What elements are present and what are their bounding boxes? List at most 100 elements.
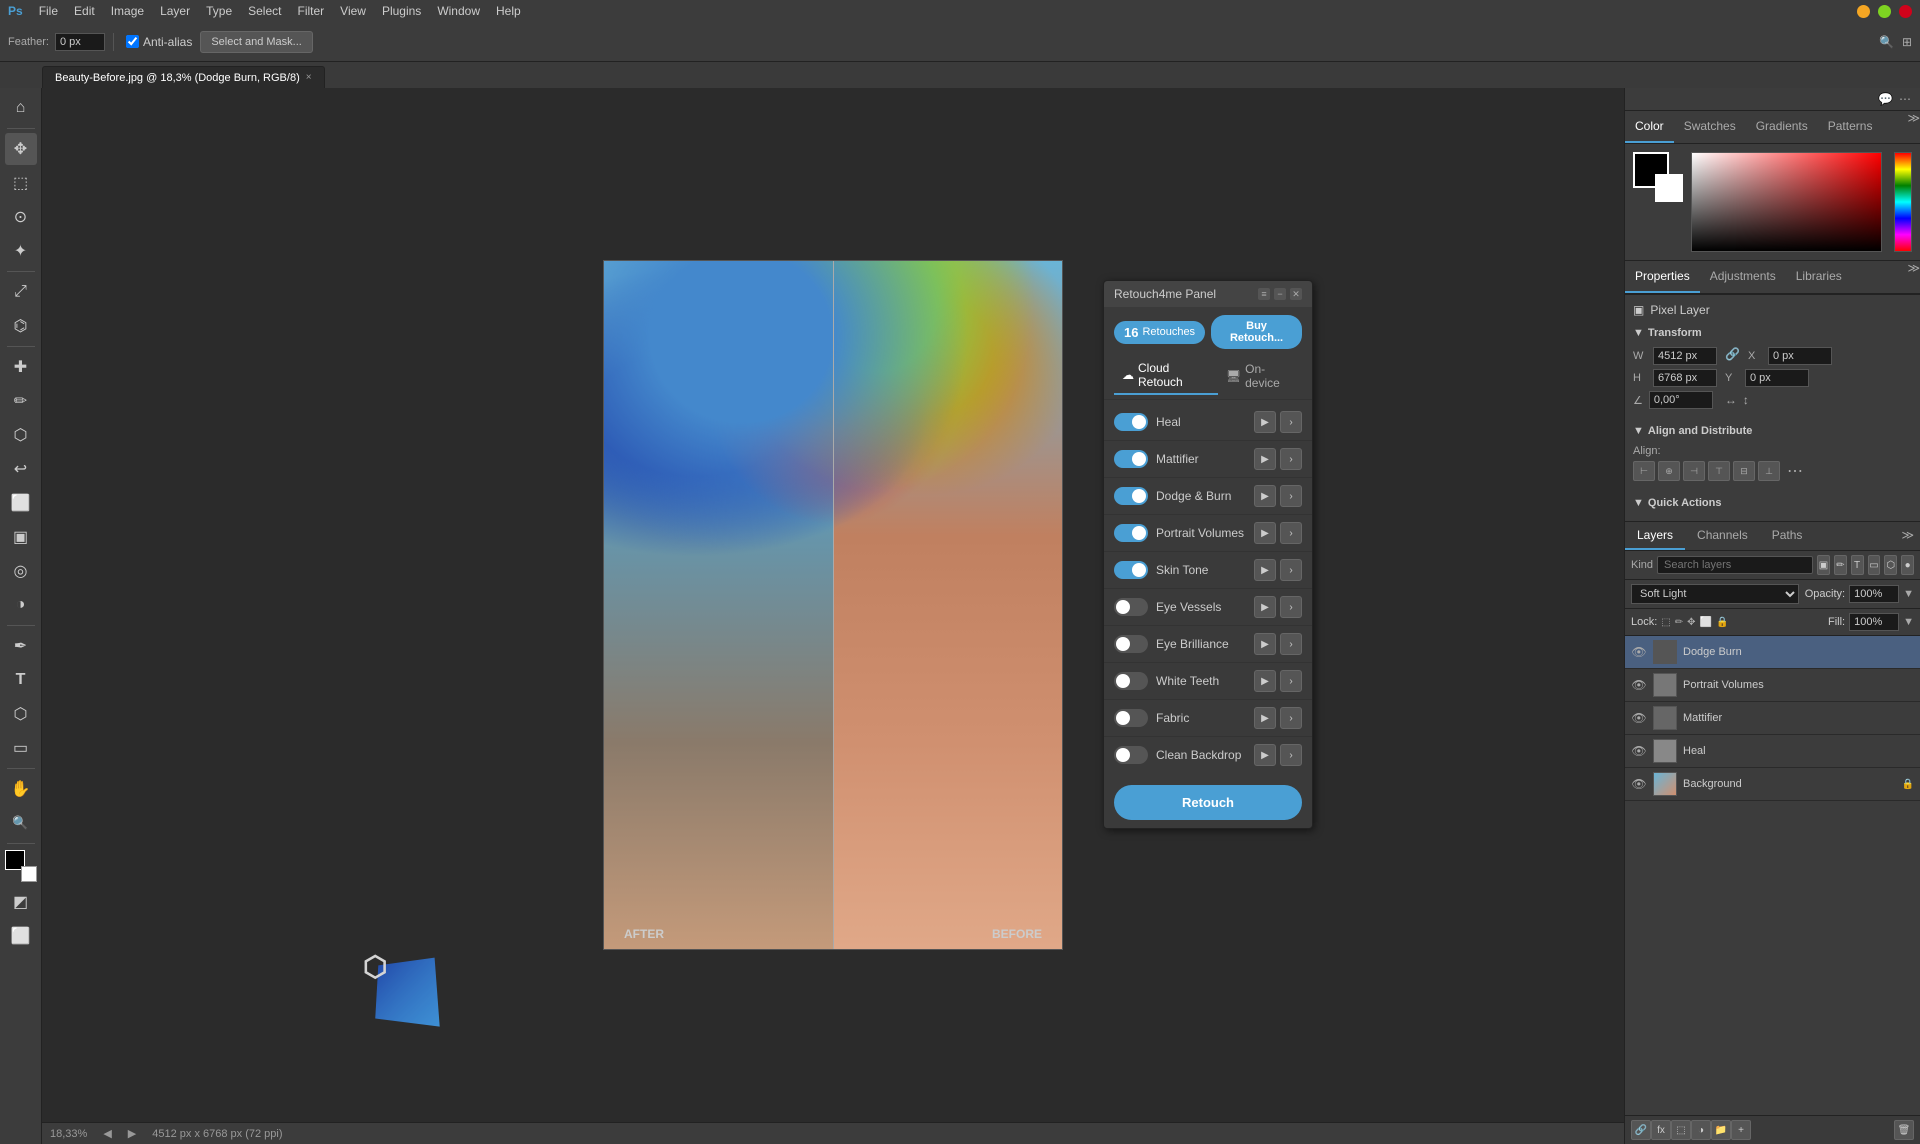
- heal-expand-button[interactable]: ›: [1280, 411, 1302, 433]
- on-device-tab[interactable]: 🖥 On-device: [1218, 357, 1302, 395]
- mattifier-options-button[interactable]: ▶: [1254, 448, 1276, 470]
- menu-image[interactable]: Image: [111, 4, 144, 18]
- layer-item-portrait-volumes[interactable]: 👁 Portrait Volumes: [1625, 669, 1920, 702]
- menu-help[interactable]: Help: [496, 4, 521, 18]
- background-color[interactable]: [21, 866, 37, 882]
- layer-filter-toggle[interactable]: ●: [1901, 555, 1914, 575]
- fabric-toggle[interactable]: [1114, 709, 1148, 727]
- align-top-button[interactable]: ⊤: [1708, 461, 1730, 481]
- gradient-tool[interactable]: ▣: [5, 521, 37, 553]
- blend-mode-select[interactable]: Soft Light Normal Multiply Screen Overla…: [1631, 584, 1799, 604]
- properties-tab[interactable]: Properties: [1625, 261, 1700, 293]
- skin-tone-options-button[interactable]: ▶: [1254, 559, 1276, 581]
- brush-tool[interactable]: ✏: [5, 385, 37, 417]
- canvas-image[interactable]: AFTER BEFORE: [603, 260, 1063, 950]
- eye-vessels-options-button[interactable]: ▶: [1254, 596, 1276, 618]
- menu-type[interactable]: Type: [206, 4, 232, 18]
- group-layers-button[interactable]: 📁: [1711, 1120, 1731, 1140]
- dodge-burn-options-button[interactable]: ▶: [1254, 485, 1276, 507]
- document-tab[interactable]: Beauty-Before.jpg @ 18,3% (Dodge Burn, R…: [42, 66, 325, 88]
- layer-item-dodge-burn[interactable]: 👁 Dodge Burn: [1625, 636, 1920, 669]
- fill-stepper[interactable]: ▼: [1903, 616, 1914, 628]
- skin-tone-toggle[interactable]: [1114, 561, 1148, 579]
- background-swatch[interactable]: [1655, 174, 1683, 202]
- eyedropper-tool[interactable]: ⌬: [5, 310, 37, 342]
- path-select-tool[interactable]: ⬡: [5, 698, 37, 730]
- history-brush-tool[interactable]: ↩: [5, 453, 37, 485]
- lock-move-button[interactable]: ✥: [1687, 617, 1695, 628]
- magic-wand-tool[interactable]: ✦: [5, 235, 37, 267]
- pixel-filter-button[interactable]: ▣: [1817, 555, 1830, 575]
- opacity-stepper[interactable]: ▼: [1903, 588, 1914, 600]
- select-mask-button[interactable]: Select and Mask...: [200, 31, 313, 53]
- panel-icon-1[interactable]: 💬: [1878, 92, 1893, 106]
- smart-filter-button[interactable]: ⬡: [1884, 555, 1897, 575]
- menu-select[interactable]: Select: [248, 4, 281, 18]
- add-mask-button[interactable]: ⬚: [1671, 1120, 1691, 1140]
- transform-section-header[interactable]: ▼ Transform: [1633, 323, 1912, 343]
- layer-item-mattifier[interactable]: 👁 Mattifier: [1625, 702, 1920, 735]
- layer-visibility-heal[interactable]: 👁: [1631, 743, 1647, 759]
- flip-h-icon[interactable]: ↔: [1725, 393, 1737, 407]
- hue-slider[interactable]: [1894, 152, 1912, 252]
- fabric-expand-button[interactable]: ›: [1280, 707, 1302, 729]
- width-input[interactable]: [1653, 347, 1717, 365]
- color-panel-expand[interactable]: ≫: [1907, 111, 1920, 143]
- x-input[interactable]: [1768, 347, 1832, 365]
- mattifier-toggle[interactable]: [1114, 450, 1148, 468]
- more-options-button[interactable]: ⋯: [1787, 461, 1803, 481]
- dodge-burn-toggle[interactable]: [1114, 487, 1148, 505]
- eye-vessels-expand-button[interactable]: ›: [1280, 596, 1302, 618]
- text-tool[interactable]: T: [5, 664, 37, 696]
- panel-settings-button[interactable]: ≡: [1258, 288, 1270, 300]
- link-layers-button[interactable]: 🔗: [1631, 1120, 1651, 1140]
- fill-input[interactable]: [1849, 613, 1899, 631]
- fabric-options-button[interactable]: ▶: [1254, 707, 1276, 729]
- angle-input[interactable]: [1649, 391, 1713, 409]
- canvas-content[interactable]: AFTER BEFORE Retouch4me Panel ≡ − ✕: [42, 88, 1624, 1122]
- eye-brilliance-expand-button[interactable]: ›: [1280, 633, 1302, 655]
- adjustments-tab[interactable]: Adjustments: [1700, 261, 1786, 293]
- move-tool[interactable]: ✥: [5, 133, 37, 165]
- align-center-v-button[interactable]: ⊟: [1733, 461, 1755, 481]
- crop-tool[interactable]: ⤢: [5, 276, 37, 308]
- window-maximize[interactable]: [1878, 5, 1891, 18]
- nav-prev[interactable]: ◀: [103, 1127, 111, 1140]
- clean-backdrop-options-button[interactable]: ▶: [1254, 744, 1276, 766]
- layer-search-input[interactable]: [1657, 556, 1813, 574]
- align-left-button[interactable]: ⊢: [1633, 461, 1655, 481]
- screen-mode-tool[interactable]: ⬜: [5, 920, 37, 952]
- paths-tab[interactable]: Paths: [1760, 522, 1815, 550]
- menu-edit[interactable]: Edit: [74, 4, 95, 18]
- menu-file[interactable]: File: [39, 4, 58, 18]
- properties-panel-expand[interactable]: ≫: [1907, 261, 1920, 293]
- window-minimize[interactable]: [1857, 5, 1870, 18]
- heal-tool[interactable]: ✚: [5, 351, 37, 383]
- height-input[interactable]: [1653, 369, 1717, 387]
- layer-item-background[interactable]: 👁 Background 🔒: [1625, 768, 1920, 801]
- align-center-h-button[interactable]: ⊕: [1658, 461, 1680, 481]
- quick-actions-section-header[interactable]: ▼ Quick Actions: [1633, 493, 1912, 513]
- home-tool[interactable]: ⌂: [5, 92, 37, 124]
- portrait-volumes-toggle[interactable]: [1114, 524, 1148, 542]
- menu-window[interactable]: Window: [437, 4, 480, 18]
- skin-tone-expand-button[interactable]: ›: [1280, 559, 1302, 581]
- heal-options-button[interactable]: ▶: [1254, 411, 1276, 433]
- portrait-volumes-expand-button[interactable]: ›: [1280, 522, 1302, 544]
- libraries-tab[interactable]: Libraries: [1786, 261, 1852, 293]
- layer-item-heal[interactable]: 👁 Heal: [1625, 735, 1920, 768]
- mattifier-expand-button[interactable]: ›: [1280, 448, 1302, 470]
- channels-tab[interactable]: Channels: [1685, 522, 1760, 550]
- y-input[interactable]: [1745, 369, 1809, 387]
- align-bottom-button[interactable]: ⊥: [1758, 461, 1780, 481]
- layers-tab[interactable]: Layers: [1625, 522, 1685, 550]
- panel-icon-2[interactable]: ⋯: [1899, 92, 1911, 106]
- layer-visibility-mattifier[interactable]: 👁: [1631, 710, 1647, 726]
- link-icon[interactable]: 🔗: [1725, 347, 1740, 369]
- zoom-tool[interactable]: 🔍: [5, 807, 37, 839]
- swatches-tab[interactable]: Swatches: [1674, 111, 1746, 143]
- workspace-icon[interactable]: ⊞: [1902, 35, 1912, 49]
- menu-view[interactable]: View: [340, 4, 366, 18]
- lasso-tool[interactable]: ⊙: [5, 201, 37, 233]
- color-tab[interactable]: Color: [1625, 111, 1674, 143]
